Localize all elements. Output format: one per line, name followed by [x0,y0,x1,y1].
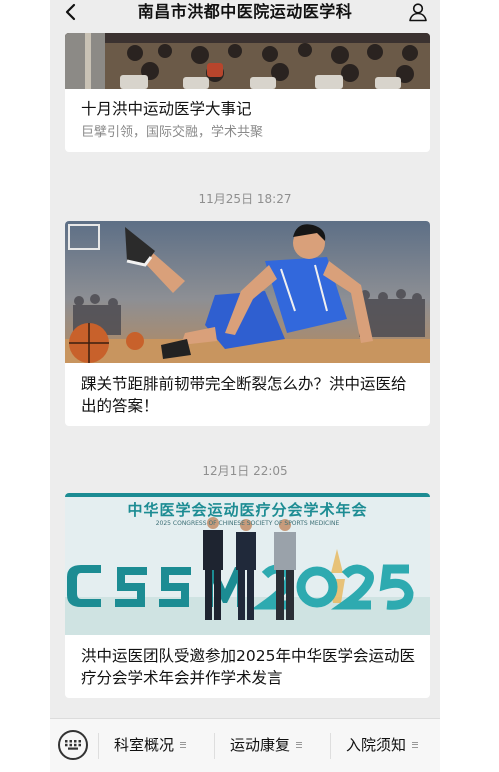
menu-divider [330,733,331,759]
menu-divider [98,733,99,759]
conference-audience-image [65,33,430,89]
basketball-injury-illustration [65,221,430,363]
poster-headline: 中华医学会运动医疗分会学术年会 [127,501,368,519]
article-card[interactable]: 中华医学会运动医疗分会学术年会 2025 CONGRESS OF CHINESE… [65,493,430,698]
article-title: 洪中运医团队受邀参加2025年中华医学会运动医疗分会学术年会并作学术发言 [81,647,415,687]
chevron-left-icon[interactable] [62,2,80,22]
article-title: 踝关节距腓前韧带完全断裂怎么办？洪中运医给出的答案！ [81,375,407,415]
article-title: 十月洪中运动医学大事记 [81,100,252,118]
person-icon[interactable] [408,2,428,22]
article-summary: 巨擘引领，国际交融，学术共聚 [81,125,264,140]
poster-subline: 2025 CONGRESS OF CHINESE SOCIETY OF SPOR… [155,520,340,527]
message-timestamp: 12月1日 22:05 [202,464,288,478]
menu-item-sports-rehab[interactable]: 运动康复 [230,733,303,757]
menu-item-label: 入院须知 [346,736,407,754]
account-title: 南昌市洪都中医院运动医学科 [137,2,353,21]
menu-lines-icon [412,740,419,749]
article-card[interactable]: 十月洪中运动医学大事记 巨擘引领，国际交融，学术共聚 [65,33,430,152]
message-timestamp: 11月25日 18:27 [198,192,292,206]
menu-item-admission-notice[interactable]: 入院须知 [346,733,419,757]
article-card[interactable]: 踝关节距腓前韧带完全断裂怎么办？洪中运医给出的答案！ [65,221,430,426]
wechat-account-page: 南昌市洪都中医院运动医学科 十月洪中运动医学大事记 巨擘引领，国际交融，学术共聚… [0,0,499,772]
menu-item-label: 科室概况 [114,736,175,754]
top-bar: 南昌市洪都中医院运动医学科 [50,0,440,26]
menu-lines-icon [180,740,187,749]
bottom-menu-bar: 科室概况 运动康复 入院须知 [50,718,440,772]
menu-item-label: 运动康复 [230,736,291,754]
menu-divider [214,733,215,759]
congress-group-photo: 中华医学会运动医疗分会学术年会 2025 CONGRESS OF CHINESE… [65,493,430,635]
menu-lines-icon [296,740,303,749]
menu-item-department-overview[interactable]: 科室概况 [114,733,187,757]
keyboard-icon[interactable] [58,730,88,760]
